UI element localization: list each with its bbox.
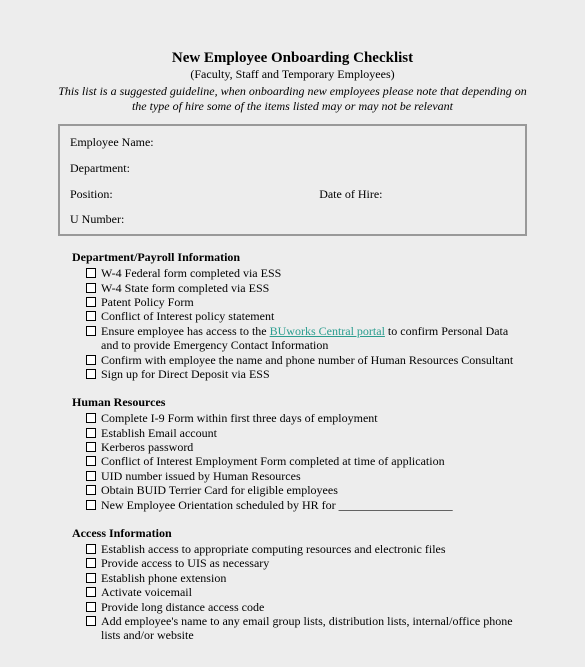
checklist-item: Complete I-9 Form within first three day… bbox=[101, 411, 527, 425]
checkbox[interactable] bbox=[86, 442, 96, 452]
checklist-item: Provide access to UIS as necessary bbox=[101, 556, 527, 570]
checkbox[interactable] bbox=[86, 268, 96, 278]
checklist-item: Patent Policy Form bbox=[101, 295, 527, 309]
checklist-item: Establish access to appropriate computin… bbox=[101, 542, 527, 556]
checkbox[interactable] bbox=[86, 587, 96, 597]
checklist-item: Obtain BUID Terrier Card for eligible em… bbox=[101, 483, 527, 497]
employee-name-field: Employee Name: bbox=[70, 134, 515, 151]
employee-info-box: Employee Name: Department: Position: Dat… bbox=[58, 124, 527, 236]
checkbox[interactable] bbox=[86, 573, 96, 583]
document-header: New Employee Onboarding Checklist (Facul… bbox=[58, 50, 527, 114]
department-field: Department: bbox=[70, 160, 515, 177]
checkbox[interactable] bbox=[86, 355, 96, 365]
document-subtitle: (Faculty, Staff and Temporary Employees) bbox=[58, 67, 527, 82]
checklist-item: Establish phone extension bbox=[101, 571, 527, 585]
section-access: Access Information Establish access to a… bbox=[58, 526, 527, 643]
checkbox[interactable] bbox=[86, 297, 96, 307]
checklist-item: Conflict of Interest policy statement bbox=[101, 309, 527, 323]
section-hr: Human Resources Complete I-9 Form within… bbox=[58, 395, 527, 512]
checklist-item: New Employee Orientation scheduled by HR… bbox=[101, 498, 527, 512]
checklist-item: Establish Email account bbox=[101, 426, 527, 440]
checkbox[interactable] bbox=[86, 413, 96, 423]
checkbox[interactable] bbox=[86, 500, 96, 510]
section-title: Access Information bbox=[72, 526, 527, 541]
position-field: Position: bbox=[70, 186, 319, 203]
checklist-item: Provide long distance access code bbox=[101, 600, 527, 614]
checkbox[interactable] bbox=[86, 602, 96, 612]
checklist-item: Add employee's name to any email group l… bbox=[101, 614, 527, 643]
checklist-item: W-4 State form completed via ESS bbox=[101, 281, 527, 295]
checkbox[interactable] bbox=[86, 456, 96, 466]
section-dept-payroll: Department/Payroll Information W-4 Feder… bbox=[58, 250, 527, 381]
checkbox[interactable] bbox=[86, 428, 96, 438]
date-of-hire-field: Date of Hire: bbox=[319, 186, 382, 203]
checklist-item: W-4 Federal form completed via ESS bbox=[101, 266, 527, 280]
section-title: Human Resources bbox=[72, 395, 527, 410]
checklist-item: Ensure employee has access to the BUwork… bbox=[101, 324, 527, 353]
buworks-link[interactable]: BUworks Central portal bbox=[270, 324, 385, 338]
checkbox[interactable] bbox=[86, 544, 96, 554]
checkbox[interactable] bbox=[86, 485, 96, 495]
section-title: Department/Payroll Information bbox=[72, 250, 527, 265]
checklist-item: Sign up for Direct Deposit via ESS bbox=[101, 367, 527, 381]
checklist-item: Kerberos password bbox=[101, 440, 527, 454]
u-number-field: U Number: bbox=[70, 211, 515, 228]
checkbox[interactable] bbox=[86, 471, 96, 481]
document-title: New Employee Onboarding Checklist bbox=[58, 50, 527, 67]
checklist-item: Conflict of Interest Employment Form com… bbox=[101, 454, 527, 468]
checklist-item: UID number issued by Human Resources bbox=[101, 469, 527, 483]
checkbox[interactable] bbox=[86, 283, 96, 293]
checkbox[interactable] bbox=[86, 326, 96, 336]
checkbox[interactable] bbox=[86, 558, 96, 568]
document-note: This list is a suggested guideline, when… bbox=[58, 84, 527, 114]
checklist-item: Confirm with employee the name and phone… bbox=[101, 353, 527, 367]
checkbox[interactable] bbox=[86, 369, 96, 379]
checkbox[interactable] bbox=[86, 311, 96, 321]
checkbox[interactable] bbox=[86, 616, 96, 626]
checklist-item: Activate voicemail bbox=[101, 585, 527, 599]
